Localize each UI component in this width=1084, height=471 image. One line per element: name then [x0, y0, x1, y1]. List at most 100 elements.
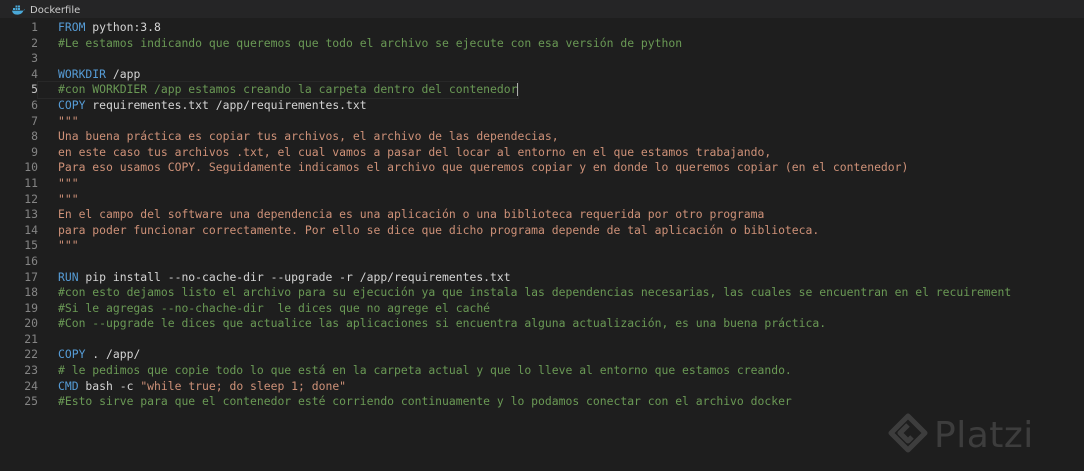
line-content[interactable] — [38, 51, 58, 67]
line-content[interactable]: #Le estamos indicando que queremos que t… — [38, 36, 682, 52]
line-number: 1 — [31, 20, 38, 34]
code-line[interactable]: 12 """ — [0, 192, 1084, 208]
code-token: En el campo del software una dependencia… — [58, 207, 765, 222]
code-line[interactable]: 9 en este caso tus archivos .txt, el cual… — [0, 145, 1084, 161]
code-token: python:3.8 — [85, 20, 161, 34]
code-line[interactable]: 4 WORKDIR /app — [0, 67, 1084, 83]
code-line[interactable]: 10 Para eso usamos COPY. Seguidamente ind… — [0, 160, 1084, 176]
line-content[interactable]: """ — [38, 192, 79, 208]
code-token: COPY — [58, 97, 86, 112]
line-number: 20 — [24, 316, 38, 331]
platzi-logo-icon — [888, 413, 928, 457]
line-number: 13 — [24, 207, 38, 222]
code-line[interactable]: 23 # le pedimos que copie todo lo que est… — [0, 363, 1084, 379]
line-content[interactable]: """ — [38, 176, 79, 192]
code-line[interactable]: 22 COPY . /app/ — [0, 347, 1084, 363]
code-token: """ — [58, 238, 79, 253]
code-token: Una buena práctica es copiar tus archivo… — [58, 129, 559, 144]
code-line[interactable]: 13 En el campo del software una dependenc… — [0, 207, 1084, 223]
code-line[interactable]: 24 CMD bash -c "while true; do sleep 1; d… — [0, 379, 1084, 395]
code-token: "while true; do sleep 1; done" — [140, 378, 347, 393]
code-line[interactable]: 1 FROM python:3.8 — [0, 20, 1084, 36]
code-token: #Si le agregas --no-chache-dir le dices … — [58, 300, 491, 315]
code-token: #Esto sirve para que el contenedor esté … — [58, 394, 792, 409]
line-content[interactable] — [38, 254, 58, 270]
line-content[interactable] — [38, 332, 58, 348]
line-number: 14 — [24, 222, 38, 237]
code-token: requirementes.txt /app/requirementes.txt — [85, 97, 367, 112]
line-number: 11 — [24, 175, 38, 190]
docker-icon — [12, 5, 25, 15]
line-content[interactable]: COPY requirementes.txt /app/requiremente… — [38, 98, 367, 114]
code-token: #con WORKDIER /app estamos creando la ca… — [58, 82, 518, 97]
code-line[interactable]: 15 """ — [0, 238, 1084, 254]
line-number: 24 — [24, 378, 38, 393]
code-token: RUN — [58, 269, 79, 284]
watermark: Platzi — [888, 407, 1078, 463]
line-content[interactable]: En el campo del software una dependencia… — [38, 207, 764, 223]
line-number: 23 — [24, 363, 38, 378]
line-content[interactable]: CMD bash -c "while true; do sleep 1; don… — [38, 379, 346, 395]
line-number: 19 — [24, 300, 38, 315]
line-content[interactable]: en este caso tus archivos .txt, el cual … — [38, 145, 771, 161]
line-number: 6 — [31, 97, 38, 112]
line-content[interactable]: #Si le agregas --no-chache-dir le dices … — [38, 301, 490, 317]
watermark-text: Platzi — [934, 414, 1034, 456]
line-content[interactable]: RUN pip install --no-cache-dir --upgrade… — [38, 270, 511, 286]
line-number: 22 — [24, 347, 38, 362]
tab-dockerfile[interactable]: Dockerfile — [12, 2, 80, 18]
code-editor[interactable]: 1 FROM python:3.8 2 #Le estamos indicando q… — [0, 20, 1084, 410]
code-token: bash -c — [78, 378, 141, 393]
code-line[interactable]: 18 #con esto dejamos listo el archivo par… — [0, 285, 1084, 301]
code-line[interactable]: 6 COPY requirementes.txt /app/requirement… — [0, 98, 1084, 114]
line-number: 15 — [24, 238, 38, 253]
line-content[interactable]: Una buena práctica es copiar tus archivo… — [38, 129, 559, 145]
line-number: 17 — [24, 269, 38, 284]
line-content[interactable]: #Esto sirve para que el contenedor esté … — [38, 394, 792, 410]
code-line[interactable]: 14 para poder funcionar correctamente. Po… — [0, 223, 1084, 239]
line-content[interactable]: COPY . /app/ — [38, 347, 140, 363]
line-content[interactable]: # le pedimos que copie todo lo que está … — [38, 363, 792, 379]
code-token: /app — [106, 66, 141, 81]
line-content[interactable]: FROM python:3.8 — [38, 20, 161, 36]
line-content[interactable]: WORKDIR /app — [38, 67, 140, 83]
line-number: 3 — [31, 51, 38, 66]
code-line[interactable]: 5 #con WORKDIER /app estamos creando la c… — [0, 81, 1084, 99]
code-token: """ — [58, 113, 79, 128]
line-number: 5 — [31, 82, 38, 97]
code-token: # le pedimos que copie todo lo que está … — [58, 363, 792, 378]
line-number: 12 — [24, 191, 38, 206]
code-line[interactable]: 19 #Si le agregas --no-chache-dir le dice… — [0, 301, 1084, 317]
code-line[interactable]: 3 — [0, 51, 1084, 67]
code-line[interactable]: 21 — [0, 332, 1084, 348]
code-token: pip install --no-cache-dir --upgrade -r … — [78, 269, 511, 284]
code-line[interactable]: 7 """ — [0, 114, 1084, 130]
code-line[interactable]: 16 — [0, 254, 1084, 270]
line-number: 8 — [31, 129, 38, 144]
code-token: #con esto dejamos listo el archivo para … — [58, 285, 1012, 300]
code-line[interactable]: 8 Una buena práctica es copiar tus archiv… — [0, 129, 1084, 145]
code-line[interactable]: 17 RUN pip install --no-cache-dir --upgra… — [0, 270, 1084, 286]
tab-bar: Dockerfile — [0, 0, 1084, 18]
line-number: 16 — [24, 253, 38, 268]
code-token: #Le estamos indicando que queremos que t… — [58, 35, 683, 50]
line-content[interactable]: Para eso usamos COPY. Seguidamente indic… — [38, 160, 908, 176]
line-number: 25 — [24, 394, 38, 409]
code-line[interactable]: 2 #Le estamos indicando que queremos que … — [0, 36, 1084, 52]
line-number: 10 — [24, 160, 38, 175]
line-number: 9 — [31, 144, 38, 159]
line-number: 4 — [31, 66, 38, 81]
line-content[interactable]: """ — [38, 238, 79, 254]
code-token: CMD — [58, 378, 79, 393]
line-content[interactable]: #con esto dejamos listo el archivo para … — [38, 285, 1011, 301]
line-number: 21 — [24, 331, 38, 346]
line-content[interactable]: para poder funcionar correctamente. Por … — [38, 223, 819, 239]
line-content[interactable]: #Con --upgrade le dices que actualice la… — [38, 316, 826, 332]
code-token: Para eso usamos COPY. Seguidamente indic… — [58, 160, 909, 175]
line-content[interactable]: #con WORKDIER /app estamos creando la ca… — [36, 81, 520, 99]
code-line[interactable]: 20 #Con --upgrade le dices que actualice … — [0, 316, 1084, 332]
line-content[interactable]: """ — [38, 114, 79, 130]
line-number: 2 — [31, 35, 38, 50]
code-line[interactable]: 11 """ — [0, 176, 1084, 192]
code-token: #Con --upgrade le dices que actualice la… — [58, 316, 827, 331]
